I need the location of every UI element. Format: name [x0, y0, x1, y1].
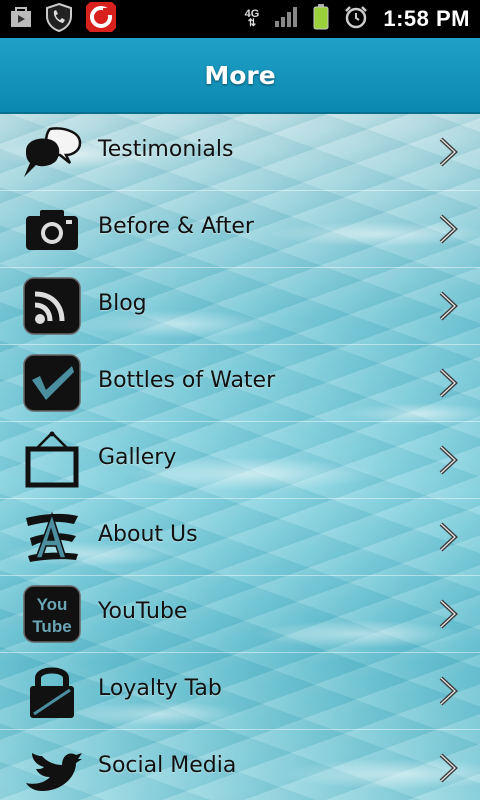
app-screen: 4G ⇅ 1:58 PM More Testimonials Before & …: [0, 0, 480, 800]
clock-time: 1:58 PM: [383, 6, 470, 31]
signal-icon: [273, 5, 299, 33]
menu-item-label: Social Media: [98, 753, 237, 778]
menu-item-youtube[interactable]: You Tube YouTube: [0, 576, 480, 653]
menu-item-loyalty-tab[interactable]: Loyalty Tab: [0, 653, 480, 730]
rss-icon: [22, 277, 82, 335]
picture-frame-icon: [22, 431, 82, 489]
system-icons: 4G ⇅ 1:58 PM: [245, 0, 470, 38]
title-bar: More: [0, 38, 480, 114]
svg-text:Tube: Tube: [32, 617, 71, 636]
twitter-bird-icon: [22, 739, 82, 797]
red-app-icon: [84, 0, 118, 38]
menu-item-bottles-of-water[interactable]: Bottles of Water: [0, 345, 480, 422]
chevron-right-icon: [436, 367, 460, 399]
alarm-clock-icon: [343, 4, 369, 34]
youtube-icon: You Tube: [22, 585, 82, 643]
menu-item-label: Blog: [98, 291, 147, 316]
notification-icons: [8, 2, 118, 36]
chevron-right-icon: [436, 290, 460, 322]
speech-bubbles-icon: [22, 123, 82, 181]
menu-item-blog[interactable]: Blog: [0, 268, 480, 345]
menu-item-label: YouTube: [98, 599, 188, 624]
page-title: More: [204, 60, 276, 90]
svg-text:You: You: [37, 595, 68, 614]
letter-a-icon: [22, 508, 82, 566]
chevron-right-icon: [436, 213, 460, 245]
menu-item-label: About Us: [98, 522, 198, 547]
network-type-label: 4G ⇅: [244, 8, 260, 29]
menu-item-testimonials[interactable]: Testimonials: [0, 114, 480, 191]
menu-item-label: Before & After: [98, 214, 254, 239]
shopping-bag-icon: [8, 4, 34, 34]
menu-item-before-after[interactable]: Before & After: [0, 191, 480, 268]
chevron-right-icon: [436, 598, 460, 630]
chevron-right-icon: [436, 444, 460, 476]
menu-list: Testimonials Before & After Blog Bottles…: [0, 114, 480, 800]
battery-icon: [313, 4, 329, 34]
menu-item-label: Bottles of Water: [98, 368, 276, 393]
checkmark-icon: [22, 354, 82, 412]
status-bar: 4G ⇅ 1:58 PM: [0, 0, 480, 38]
chevron-right-icon: [436, 752, 460, 784]
menu-item-about-us[interactable]: About Us: [0, 499, 480, 576]
chevron-right-icon: [436, 521, 460, 553]
shield-phone-icon: [44, 2, 74, 36]
menu-item-label: Testimonials: [98, 137, 234, 162]
menu-item-label: Gallery: [98, 445, 177, 470]
menu-item-gallery[interactable]: Gallery: [0, 422, 480, 499]
menu-item-social-media[interactable]: Social Media: [0, 730, 480, 800]
chevron-right-icon: [436, 136, 460, 168]
chevron-right-icon: [436, 675, 460, 707]
camera-icon: [22, 200, 82, 258]
menu-item-label: Loyalty Tab: [98, 676, 222, 701]
padlock-icon: [22, 662, 82, 720]
